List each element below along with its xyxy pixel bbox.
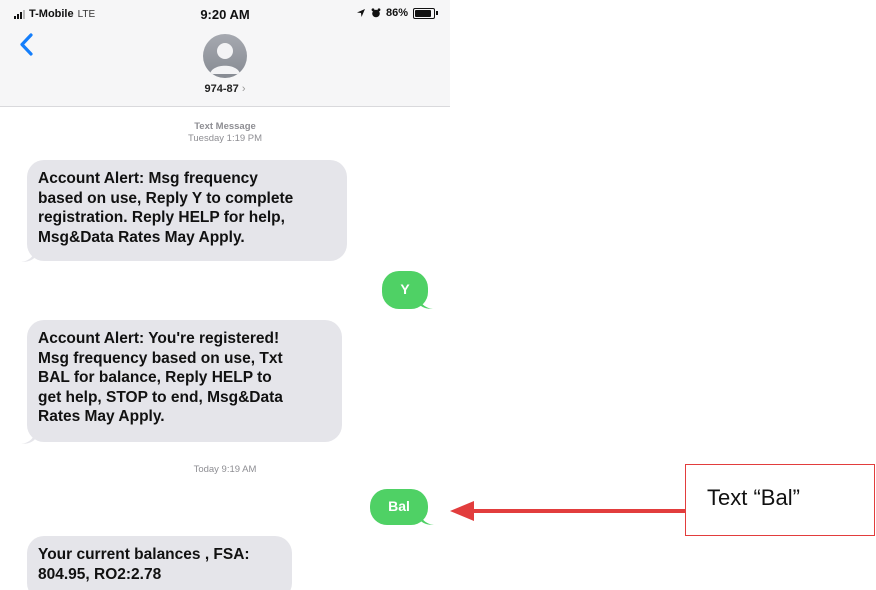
outgoing-message-bubble[interactable]: Bal — [370, 489, 428, 525]
timestamp-header: Text Message Tuesday 1:19 PM — [0, 121, 450, 145]
message-line: Rates May Apply. — [38, 408, 165, 425]
message-line: Account Alert: Msg frequency — [38, 170, 258, 187]
alarm-icon — [371, 8, 381, 18]
timestamp-time: Tuesday 1:19 PM — [187, 133, 263, 144]
back-button[interactable] — [16, 30, 38, 60]
annotation-callout: Text “Bal” — [685, 464, 875, 536]
conversation-header: 974-87 › — [0, 28, 450, 107]
annotation-arrow-icon — [450, 501, 686, 521]
contact-number: 974-87 — [204, 83, 239, 95]
battery-level — [415, 9, 431, 17]
battery-icon — [413, 7, 435, 19]
back-chevron-icon — [20, 33, 33, 56]
messages-screen: T-Mobile LTE 9:20 AM 86% 974-87 › Text M… — [0, 0, 450, 590]
incoming-message-bubble[interactable]: Account Alert: Msg frequency based on us… — [27, 160, 347, 261]
contact-chevron-icon: › — [241, 83, 246, 95]
battery-percent: 86% — [385, 7, 408, 19]
outgoing-message-bubble[interactable]: Y — [382, 271, 428, 309]
contact-avatar[interactable] — [203, 34, 247, 78]
message-line: Msg&Data Rates May Apply. — [38, 228, 245, 246]
message-text: Bal — [388, 498, 410, 515]
incoming-message-bubble[interactable]: Account Alert: You're registered! Msg fr… — [27, 320, 342, 442]
battery-tip — [436, 11, 438, 15]
location-arrow-icon — [356, 9, 365, 17]
message-line: Msg frequency based on use, Txt — [38, 349, 283, 367]
message-line: get help, STOP to end, Msg&Data — [38, 388, 283, 406]
status-right: 86% — [356, 7, 438, 19]
message-line: Your current balances , FSA: — [38, 546, 250, 563]
annotation-text: Text “Bal” — [707, 485, 800, 510]
message-line: registration. Reply HELP for help, — [38, 209, 285, 226]
message-line: Account Alert: You're registered! — [38, 330, 280, 347]
message-line: 804.95, RO2:2.78 — [38, 565, 162, 583]
message-text: Y — [400, 281, 410, 298]
contact-avatar-icon — [210, 43, 240, 74]
incoming-message-bubble[interactable]: Your current balances , FSA: 804.95, RO2… — [27, 536, 292, 590]
status-bar: T-Mobile LTE 9:20 AM 86% — [0, 0, 450, 28]
timestamp-label: Text Message — [194, 121, 256, 132]
contact-name[interactable]: 974-87 › — [0, 83, 450, 95]
message-line: based on use, Reply Y to complete — [38, 189, 294, 207]
message-line: BAL for balance, Reply HELP to — [38, 369, 272, 386]
timestamp-today: Today 9:19 AM — [193, 464, 257, 475]
